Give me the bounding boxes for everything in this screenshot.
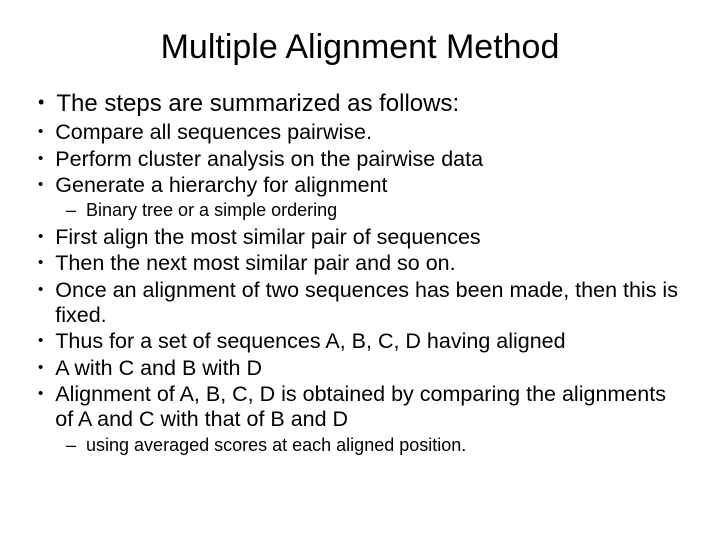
bullet-icon: • [38, 147, 55, 171]
subpoint-text: using averaged scores at each aligned po… [86, 434, 688, 457]
bullet-icon: • [38, 329, 55, 353]
list-item: • Thus for a set of sequences A, B, C, D… [38, 329, 688, 354]
step-text: Then the next most similar pair and so o… [55, 251, 688, 276]
list-item: • A with C and B with D [38, 356, 688, 381]
bullet-icon: • [38, 173, 55, 197]
subpoint-text: Binary tree or a simple ordering [86, 199, 688, 222]
bullet-icon: • [38, 278, 55, 302]
list-item: – Binary tree or a simple ordering [66, 199, 688, 222]
step-text: Compare all sequences pairwise. [55, 120, 688, 145]
dash-icon: – [66, 199, 86, 222]
bullet-level-2: • Compare all sequences pairwise. • Perf… [32, 120, 688, 198]
slide: Multiple Alignment Method • The steps ar… [0, 0, 720, 540]
list-item: • Then the next most similar pair and so… [38, 251, 688, 276]
list-item: • Compare all sequences pairwise. [38, 120, 688, 145]
bullet-level-3: – Binary tree or a simple ordering [32, 199, 688, 222]
list-item: • Generate a hierarchy for alignment [38, 173, 688, 198]
slide-title: Multiple Alignment Method [32, 28, 688, 67]
step-text: Perform cluster analysis on the pairwise… [55, 147, 688, 172]
step-text: Alignment of A, B, C, D is obtained by c… [55, 382, 688, 433]
bullet-level-1: • The steps are summarized as follows: [32, 89, 688, 118]
step-text: A with C and B with D [55, 356, 688, 381]
list-item: • Once an alignment of two sequences has… [38, 278, 688, 329]
list-item: • Perform cluster analysis on the pairwi… [38, 147, 688, 172]
step-text: Thus for a set of sequences A, B, C, D h… [55, 329, 688, 354]
step-text: First align the most similar pair of seq… [55, 225, 688, 250]
list-item: • First align the most similar pair of s… [38, 225, 688, 250]
bullet-icon: • [38, 225, 55, 249]
list-item: • Alignment of A, B, C, D is obtained by… [38, 382, 688, 433]
bullet-icon: • [38, 89, 56, 117]
bullet-level-2: • First align the most similar pair of s… [32, 225, 688, 433]
list-item: • The steps are summarized as follows: [38, 89, 688, 118]
dash-icon: – [66, 434, 86, 457]
step-text: Generate a hierarchy for alignment [55, 173, 688, 198]
bullet-icon: • [38, 382, 55, 406]
bullet-level-3: – using averaged scores at each aligned … [32, 434, 688, 457]
bullet-icon: • [38, 251, 55, 275]
step-text: Once an alignment of two sequences has b… [55, 278, 688, 329]
intro-text: The steps are summarized as follows: [56, 89, 688, 118]
list-item: – using averaged scores at each aligned … [66, 434, 688, 457]
bullet-icon: • [38, 356, 55, 380]
bullet-icon: • [38, 120, 55, 144]
